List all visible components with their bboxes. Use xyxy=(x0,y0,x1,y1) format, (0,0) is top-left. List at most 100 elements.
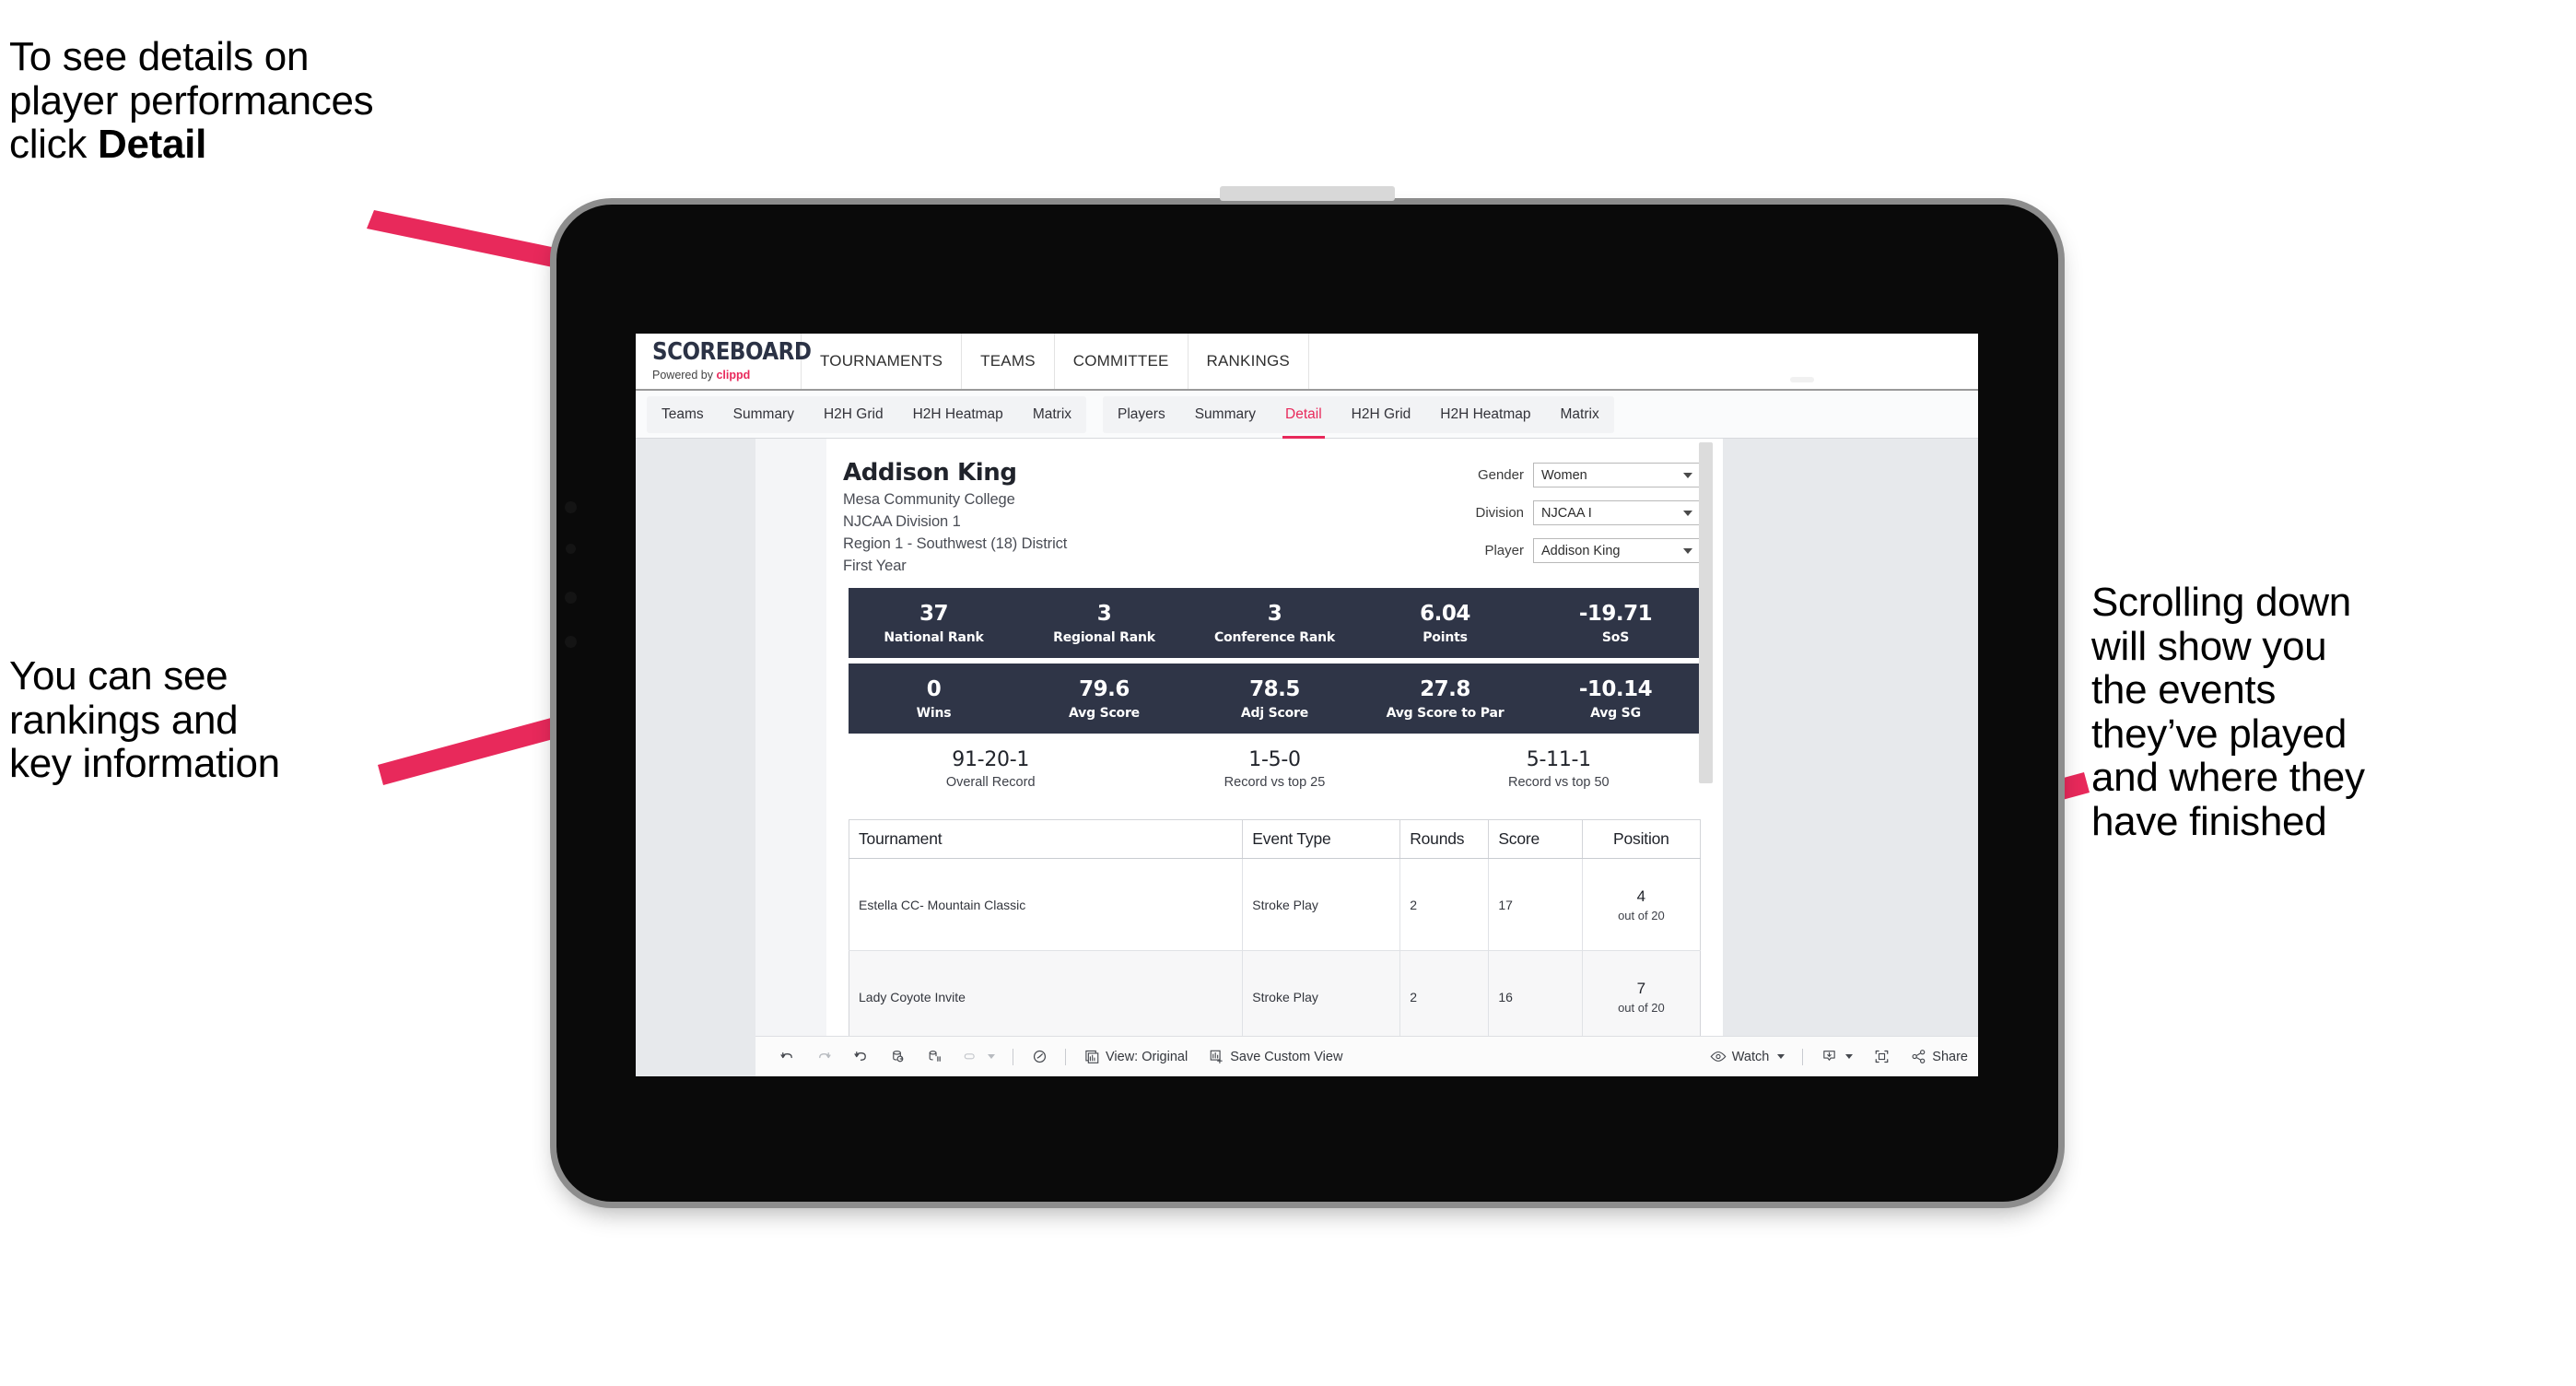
division-select[interactable]: NJCAA I xyxy=(1533,500,1701,525)
stat-adj-score-label: Adj Score xyxy=(1240,705,1309,721)
cell-tournament: Lady Coyote Invite xyxy=(849,950,1244,1043)
record-vs-top-25-label: Record vs top 25 xyxy=(1224,775,1326,790)
stat-conference-rank-label: Conference Rank xyxy=(1214,629,1335,645)
save-custom-view-button[interactable]: Save Custom View xyxy=(1198,1043,1352,1071)
chevron-down-icon xyxy=(988,1054,995,1059)
stat-avg-score-label: Avg Score xyxy=(1069,705,1140,721)
table-header-row: Tournament Event Type Rounds Score Posit… xyxy=(849,819,1701,859)
cell-position-field: out of 20 xyxy=(1618,1000,1665,1015)
callout-scrolling-instruction: Scrolling down will show you the events … xyxy=(2091,580,2365,844)
callout-detail-emphasis: Detail xyxy=(97,122,207,168)
save-custom-view-icon xyxy=(1208,1049,1224,1065)
dashboard-clock-button[interactable] xyxy=(1021,1043,1058,1071)
record-overall: 91-20-1 Overall Record xyxy=(849,748,1132,790)
column-header-tournament[interactable]: Tournament xyxy=(849,819,1244,859)
column-header-position[interactable]: Position xyxy=(1582,819,1701,859)
eye-icon xyxy=(1710,1049,1727,1065)
dashboard-canvas: Addison King Mesa Community College NJCA… xyxy=(636,439,1978,1076)
stat-regional-rank: 3 Regional Rank xyxy=(1019,602,1189,645)
record-vs-top-50: 5-11-1 Record vs top 50 xyxy=(1417,748,1701,790)
chevron-down-icon xyxy=(1777,1054,1786,1059)
division-select-value: NJCAA I xyxy=(1541,505,1592,521)
column-header-event-type[interactable]: Event Type xyxy=(1242,819,1401,859)
app-logo[interactable]: SCOREBOARD Powered by clippd xyxy=(636,334,812,389)
download-icon xyxy=(1821,1049,1837,1065)
cell-score: 16 xyxy=(1488,950,1583,1043)
stat-conference-rank-value: 3 xyxy=(1267,601,1282,626)
tab-teams-h2h-grid[interactable]: H2H Grid xyxy=(809,396,898,433)
topnav-placeholder-chip xyxy=(1790,377,1814,382)
refresh-data-button[interactable] xyxy=(879,1043,916,1071)
share-button[interactable]: Share xyxy=(1900,1043,1978,1071)
dashboard-sheet: Addison King Mesa Community College NJCA… xyxy=(755,439,1723,1076)
watch-button[interactable]: Watch xyxy=(1700,1043,1796,1071)
performance-stats-bar: 0 Wins 79.6 Avg Score 78.5 Adj Score 27.… xyxy=(849,664,1701,734)
vertical-scrollbar[interactable] xyxy=(1699,442,1713,783)
gender-select[interactable]: Women xyxy=(1533,463,1701,487)
tablet-volume-down-button[interactable] xyxy=(565,636,577,648)
stat-points: 6.04 Points xyxy=(1360,602,1530,645)
tab-players-h2h-heatmap[interactable]: H2H Heatmap xyxy=(1425,396,1545,433)
dashboard-sheet-content: Addison King Mesa Community College NJCA… xyxy=(826,439,1723,1076)
redo-button[interactable] xyxy=(805,1043,842,1071)
stat-national-rank-value: 37 xyxy=(919,601,949,626)
refresh-data-icon xyxy=(889,1049,906,1065)
view-original-button[interactable]: View: Original xyxy=(1073,1043,1198,1071)
redo-icon xyxy=(815,1049,832,1065)
browser-viewport: SCOREBOARD Powered by clippd TOURNAMENTS… xyxy=(636,334,1978,1076)
stat-points-value: 6.04 xyxy=(1420,601,1470,626)
highlight-icon xyxy=(963,1049,979,1065)
tab-players[interactable]: Players xyxy=(1103,396,1180,433)
revert-button[interactable] xyxy=(842,1043,879,1071)
pause-auto-update-icon xyxy=(926,1049,943,1065)
revert-icon xyxy=(852,1049,869,1065)
column-header-rounds[interactable]: Rounds xyxy=(1399,819,1490,859)
tab-players-matrix[interactable]: Matrix xyxy=(1546,396,1614,433)
undo-button[interactable] xyxy=(768,1043,805,1071)
player-header: Addison King Mesa Community College NJCA… xyxy=(826,439,1723,575)
players-tab-group: Players Summary Detail H2H Grid H2H Heat… xyxy=(1103,395,1614,439)
tablet-device-frame: SCOREBOARD Powered by clippd TOURNAMENTS… xyxy=(556,186,2058,1202)
tab-players-detail[interactable]: Detail xyxy=(1270,396,1337,439)
stat-adj-score-value: 78.5 xyxy=(1249,676,1300,701)
cell-score: 17 xyxy=(1488,858,1583,951)
logo-tagline-brand: clippd xyxy=(716,368,751,382)
tab-teams-h2h-heatmap[interactable]: H2H Heatmap xyxy=(898,396,1018,433)
topnav-item-committee[interactable]: COMMITTEE xyxy=(1055,334,1188,389)
tablet-volume-up-button[interactable] xyxy=(565,592,577,604)
tab-teams-summary[interactable]: Summary xyxy=(719,396,809,433)
topnav-item-tournaments[interactable]: TOURNAMENTS xyxy=(802,334,963,389)
chevron-down-icon xyxy=(1683,547,1692,554)
tab-teams-matrix[interactable]: Matrix xyxy=(1018,396,1086,433)
table-row[interactable]: Lady Coyote Invite Stroke Play 2 16 7 ou… xyxy=(849,950,1701,1043)
fullscreen-button[interactable] xyxy=(1863,1043,1900,1071)
chevron-down-icon xyxy=(1683,510,1692,516)
stat-points-label: Points xyxy=(1423,629,1468,645)
cell-position: 7 out of 20 xyxy=(1582,950,1701,1043)
watch-label: Watch xyxy=(1731,1049,1770,1064)
topnav-item-teams[interactable]: TEAMS xyxy=(962,334,1055,389)
tab-players-summary[interactable]: Summary xyxy=(1180,396,1270,433)
download-button[interactable] xyxy=(1810,1043,1863,1071)
gender-select-value: Women xyxy=(1541,467,1587,483)
table-row[interactable]: Estella CC- Mountain Classic Stroke Play… xyxy=(849,858,1701,951)
tab-teams[interactable]: Teams xyxy=(647,396,719,433)
pause-auto-update-button[interactable] xyxy=(916,1043,953,1071)
topnav-empty-space xyxy=(1309,334,1978,389)
events-table: Tournament Event Type Rounds Score Posit… xyxy=(849,819,1701,1043)
column-header-score[interactable]: Score xyxy=(1488,819,1583,859)
highlight-button[interactable] xyxy=(953,1043,1005,1071)
filter-row-player: Player Addison King xyxy=(1424,538,1701,563)
stat-avg-sg-label: Avg SG xyxy=(1590,705,1641,721)
stat-regional-rank-label: Regional Rank xyxy=(1053,629,1155,645)
topnav-item-rankings[interactable]: RANKINGS xyxy=(1188,334,1309,389)
player-select[interactable]: Addison King xyxy=(1533,538,1701,563)
dashboard-clock-icon xyxy=(1031,1049,1048,1065)
stat-conference-rank: 3 Conference Rank xyxy=(1189,602,1360,645)
stat-avg-score-to-par-label: Avg Score to Par xyxy=(1386,705,1505,721)
tab-players-h2h-grid[interactable]: H2H Grid xyxy=(1337,396,1426,433)
cell-position: 4 out of 20 xyxy=(1582,858,1701,951)
toolbar-divider xyxy=(1802,1048,1804,1065)
record-summary-row: 91-20-1 Overall Record 1-5-0 Record vs t… xyxy=(849,748,1701,797)
fullscreen-icon xyxy=(1873,1049,1890,1065)
